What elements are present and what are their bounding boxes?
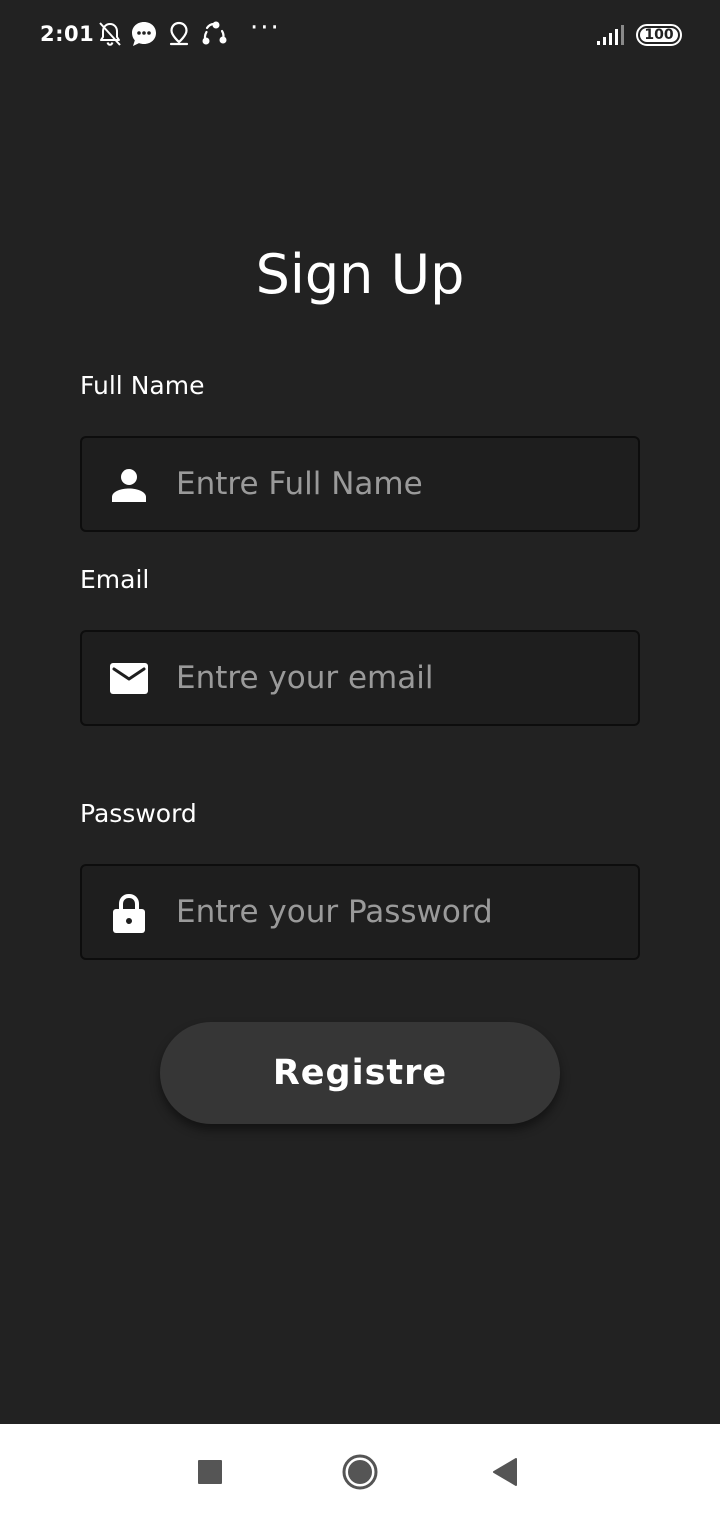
register-button-label: Registre <box>272 1053 448 1093</box>
home-button[interactable] <box>336 1448 384 1496</box>
signal-icon <box>597 25 624 45</box>
register-button[interactable]: Registre <box>160 1022 560 1124</box>
full-name-field[interactable] <box>80 436 640 532</box>
recent-apps-icon <box>198 1460 222 1484</box>
chat-bubble-icon <box>132 22 156 46</box>
recent-apps-button[interactable] <box>186 1448 234 1496</box>
password-field[interactable] <box>80 864 640 960</box>
status-time: 2:01 <box>40 22 95 46</box>
more-notifications-icon: ··· <box>250 13 281 43</box>
page-title: Sign Up <box>255 243 465 306</box>
home-icon <box>342 1454 378 1490</box>
share-sync-icon <box>202 21 227 45</box>
mail-icon <box>110 663 148 694</box>
password-label: Password <box>80 799 197 828</box>
back-icon <box>493 1458 517 1486</box>
battery-icon: 100 <box>636 24 682 46</box>
navigation-bar <box>0 1424 720 1520</box>
notifications-off-icon <box>99 22 121 46</box>
person-icon <box>112 469 146 502</box>
location-pin-icon <box>169 21 189 46</box>
battery-level: 100 <box>644 27 674 43</box>
email-input[interactable] <box>176 634 616 722</box>
password-input[interactable] <box>176 868 616 956</box>
full-name-label: Full Name <box>80 371 205 400</box>
status-bar: 2:01 ··· 100 <box>0 0 720 70</box>
lock-icon <box>113 893 145 933</box>
email-field[interactable] <box>80 630 640 726</box>
full-name-input[interactable] <box>176 440 616 528</box>
back-button[interactable] <box>482 1448 530 1496</box>
email-label: Email <box>80 565 150 594</box>
